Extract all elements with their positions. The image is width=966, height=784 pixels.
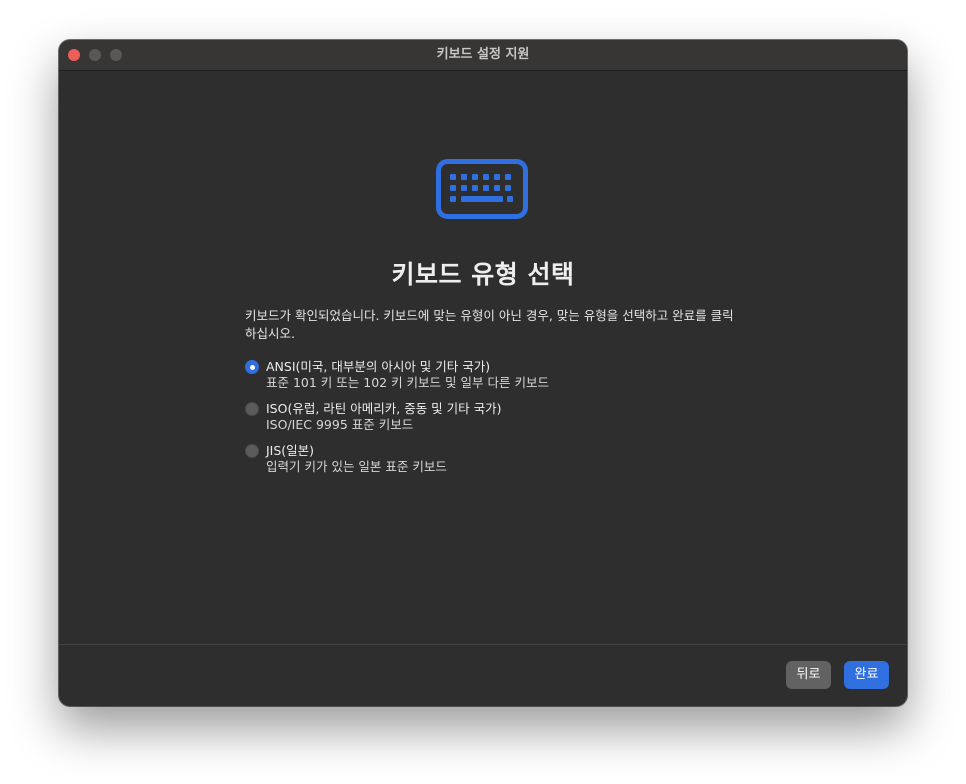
- keyboard-setup-window: 키보드 설정 지원 키보드 유형 선택 키보드가 확인되었습니다. 키보드에 맞…: [59, 40, 907, 706]
- option-iso-label: ISO(유럽, 라틴 아메리카, 중동 및 기타 국가): [266, 401, 502, 416]
- radio-button-ansi[interactable]: [245, 360, 259, 374]
- done-button[interactable]: 완료: [844, 661, 889, 689]
- option-ansi-label: ANSI(미국, 대부분의 아시아 및 기타 국가): [266, 359, 491, 374]
- description-text: 키보드가 확인되었습니다. 키보드에 맞는 유형이 아닌 경우, 맞는 유형을 …: [245, 308, 734, 341]
- back-button[interactable]: 뒤로: [786, 661, 831, 689]
- option-jis[interactable]: JIS(일본) 입력기 키가 있는 일본 표준 키보드: [245, 443, 725, 485]
- close-window-button[interactable]: [68, 49, 80, 61]
- option-iso[interactable]: ISO(유럽, 라틴 아메리카, 중동 및 기타 국가) ISO/IEC 999…: [245, 401, 725, 443]
- radio-button-iso[interactable]: [245, 402, 259, 416]
- option-jis-description: 입력기 키가 있는 일본 표준 키보드: [266, 459, 447, 474]
- keyboard-type-radio-group: ANSI(미국, 대부분의 아시아 및 기타 국가) 표준 101 키 또는 1…: [245, 359, 725, 485]
- option-jis-label: JIS(일본): [266, 443, 315, 458]
- zoom-window-button[interactable]: [110, 49, 122, 61]
- radio-button-jis[interactable]: [245, 444, 259, 458]
- option-ansi[interactable]: ANSI(미국, 대부분의 아시아 및 기타 국가) 표준 101 키 또는 1…: [245, 359, 725, 401]
- title-bar[interactable]: 키보드 설정 지원: [59, 40, 907, 71]
- page-heading: 키보드 유형 선택: [391, 260, 575, 289]
- keyboard-icon: [436, 159, 528, 219]
- footer-divider: [59, 644, 907, 645]
- window-title: 키보드 설정 지원: [436, 47, 530, 62]
- option-iso-description: ISO/IEC 9995 표준 키보드: [266, 417, 414, 432]
- minimize-window-button[interactable]: [89, 49, 101, 61]
- option-ansi-description: 표준 101 키 또는 102 키 키보드 및 일부 다른 키보드: [266, 375, 549, 390]
